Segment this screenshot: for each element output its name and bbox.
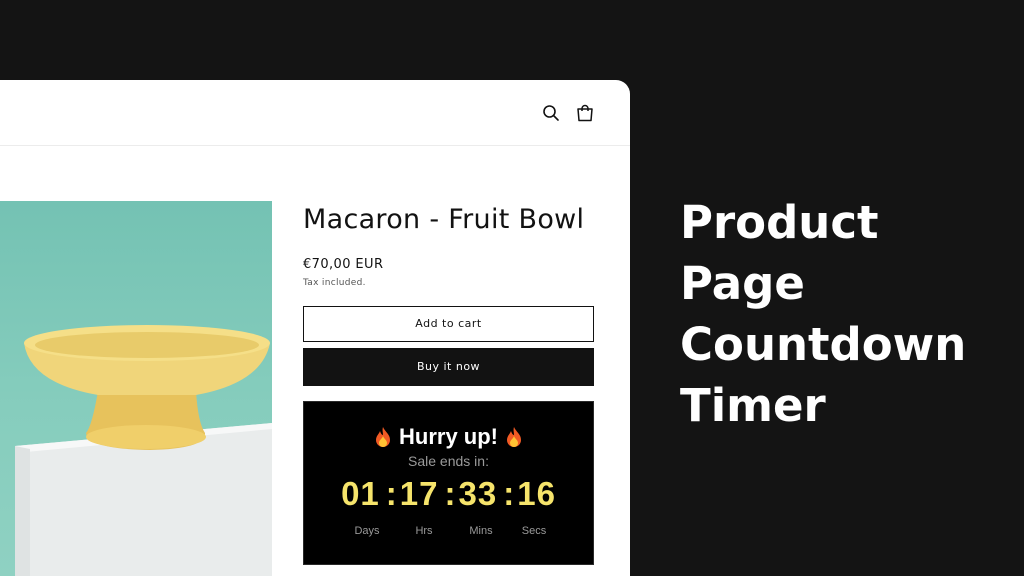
buy-it-now-button[interactable]: Buy it now — [303, 347, 594, 386]
headline-line: Timer — [680, 379, 826, 432]
promo-headline: Product Page Countdown Timer — [680, 192, 1010, 436]
product-info: Macaron - Fruit Bowl €70,00 EUR Tax incl… — [303, 201, 594, 565]
minutes-label: Mins — [469, 524, 493, 537]
headline-line: Product — [680, 196, 879, 249]
headline-line: Page — [680, 257, 805, 310]
store-header — [0, 80, 630, 146]
product-image — [0, 201, 272, 576]
browser-window: Macaron - Fruit Bowl €70,00 EUR Tax incl… — [0, 80, 630, 576]
cart-icon[interactable] — [574, 102, 596, 124]
search-icon[interactable] — [540, 102, 562, 124]
countdown-heading-row: Hurry up! — [304, 402, 593, 450]
product-price: €70,00 EUR — [303, 256, 384, 272]
seconds-label: Secs — [521, 524, 547, 537]
countdown-subheading: Sale ends in: — [408, 452, 489, 469]
countdown-hours: 17 — [399, 474, 439, 512]
countdown-minutes: 33 — [458, 474, 498, 512]
days-label: Days — [354, 524, 380, 537]
countdown-separator: : — [444, 474, 457, 512]
hours-label: Hrs — [415, 524, 433, 537]
headline-line: Countdown — [680, 318, 967, 371]
countdown-separator: : — [503, 474, 516, 512]
product-title: Macaron - Fruit Bowl — [303, 204, 585, 235]
countdown-heading: Hurry up! — [399, 423, 498, 449]
countdown-digits: 01 : 17 : 33 : 16 — [304, 475, 593, 513]
add-to-cart-button[interactable]: Add to cart — [303, 305, 594, 342]
tax-note: Tax included. — [303, 277, 366, 288]
fire-icon — [373, 426, 393, 448]
countdown-days: 01 — [341, 474, 380, 512]
fire-icon — [504, 426, 524, 448]
countdown-seconds: 16 — [517, 474, 556, 512]
countdown-separator: : — [385, 474, 398, 512]
countdown-timer: Hurry up! Sale ends in: 01 : 17 : 33 : 1… — [303, 400, 594, 565]
